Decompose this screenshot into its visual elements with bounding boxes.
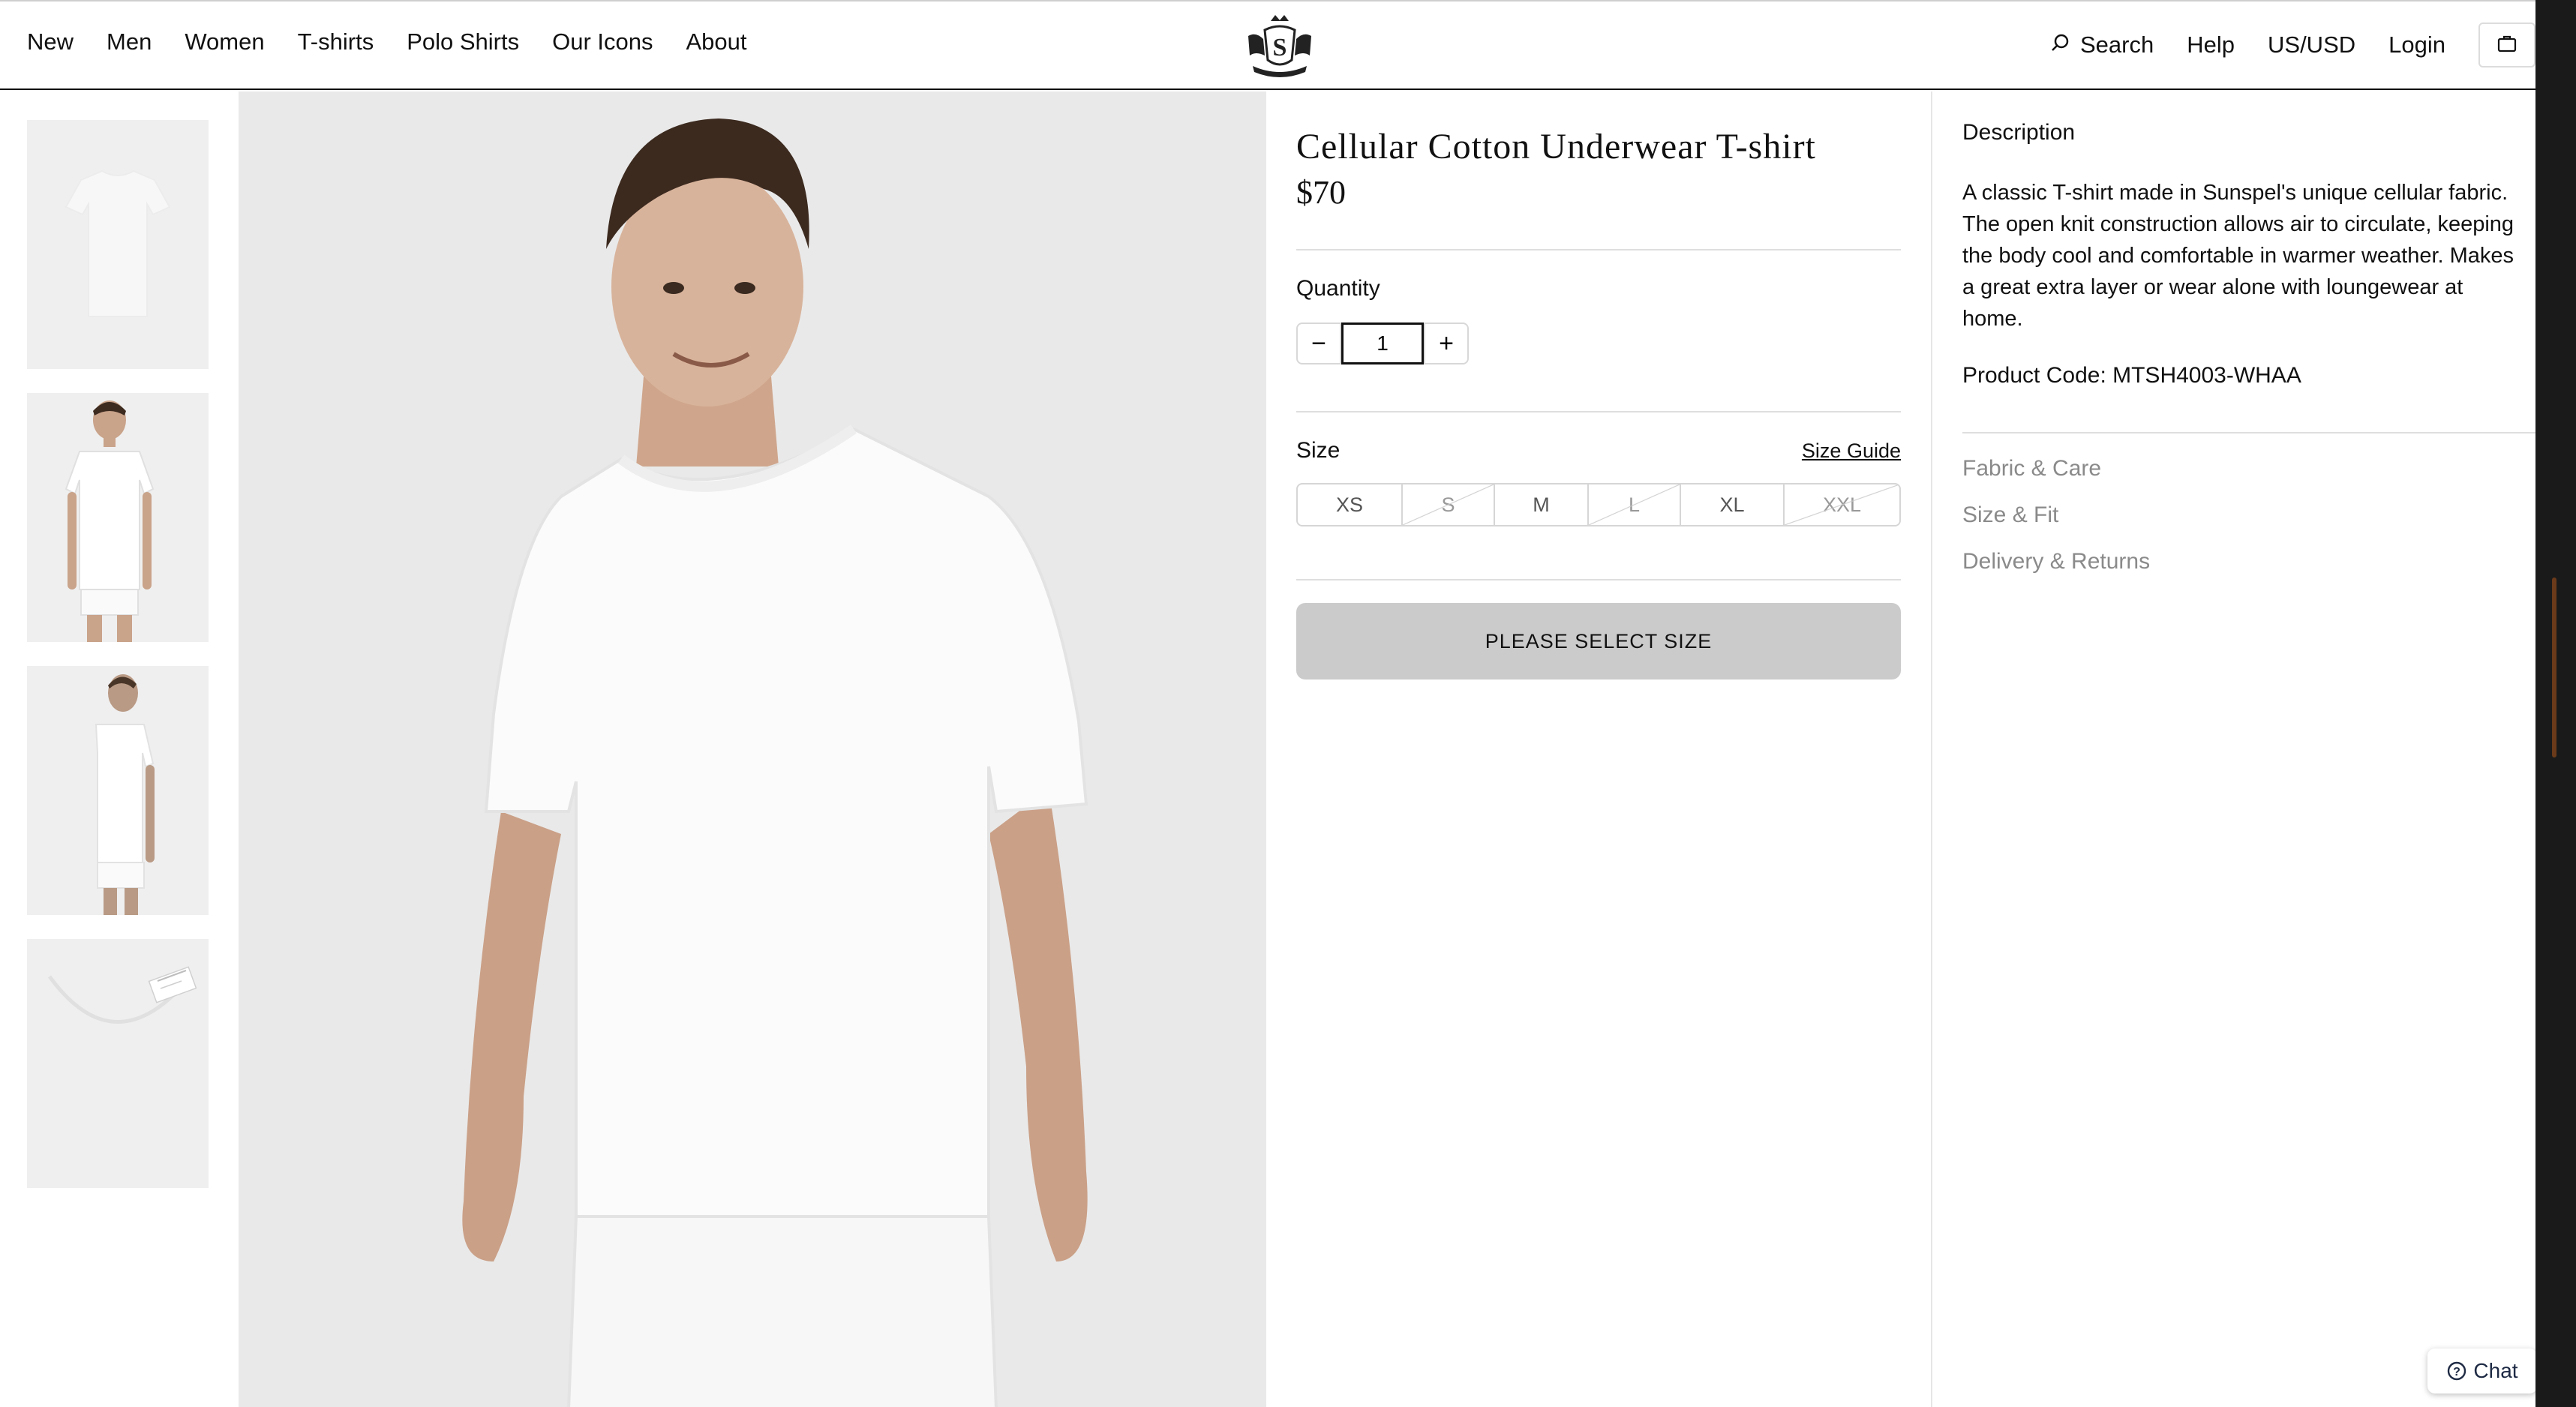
nav-polo-shirts[interactable]: Polo Shirts — [407, 28, 519, 56]
utility-nav: Search Help US/USD Login — [2050, 22, 2535, 68]
size-label: Size — [1296, 438, 1341, 463]
bag-button[interactable] — [2478, 22, 2535, 68]
thumbnail-collar-label[interactable] — [27, 939, 209, 1188]
nav-about[interactable]: About — [686, 28, 747, 56]
size-option-m[interactable]: M — [1495, 484, 1589, 525]
accordion-delivery-returns[interactable]: Delivery & Returns — [1962, 549, 2535, 574]
chat-button[interactable]: ? Chat — [2427, 1348, 2537, 1394]
product-panel: Cellular Cotton Underwear T-shirt $70 Qu… — [1296, 92, 1901, 680]
search-button[interactable]: Search — [2050, 32, 2154, 58]
search-label: Search — [2080, 32, 2154, 58]
nav-women[interactable]: Women — [185, 28, 264, 56]
site-header: New Men Women T-shirts Polo Shirts Our I… — [0, 2, 2535, 90]
divider — [1296, 249, 1901, 250]
description-heading: Description — [1962, 120, 2076, 145]
size-guide-link[interactable]: Size Guide — [1802, 440, 1901, 463]
help-link[interactable]: Help — [2187, 32, 2235, 58]
svg-text:S: S — [1273, 34, 1287, 62]
size-option-xxl[interactable]: XXL — [1785, 484, 1899, 525]
svg-text:?: ? — [2454, 1366, 2461, 1378]
bag-icon — [2497, 34, 2517, 56]
product-title: Cellular Cotton Underwear T-shirt — [1296, 127, 1816, 166]
quantity-stepper: − + — [1296, 322, 1901, 364]
column-divider — [1931, 92, 1932, 1407]
chat-label: Chat — [2473, 1359, 2518, 1382]
thumbnail-gallery — [27, 120, 209, 1212]
size-option-xl[interactable]: XL — [1681, 484, 1785, 525]
divider — [1296, 411, 1901, 412]
size-header: Size Size Guide — [1296, 438, 1901, 464]
login-link[interactable]: Login — [2388, 32, 2445, 58]
divider — [1962, 432, 2535, 434]
nav-t-shirts[interactable]: T-shirts — [298, 28, 374, 56]
thumbnail-model-front[interactable] — [27, 393, 209, 642]
thumbnail-t-shirt-flat[interactable] — [27, 120, 209, 369]
window-edge — [2535, 0, 2576, 1407]
add-to-bag-button[interactable]: PLEASE SELECT SIZE — [1296, 603, 1901, 680]
nav-new[interactable]: New — [27, 28, 74, 56]
product-price: $70 — [1296, 174, 1346, 211]
size-selector: XS S M L XL XXL — [1296, 483, 1901, 526]
description-text: A classic T-shirt made in Sunspel's uniq… — [1962, 181, 2514, 331]
help-circle-icon: ? — [2446, 1360, 2467, 1382]
size-option-xs[interactable]: XS — [1298, 484, 1403, 525]
accordion-fabric-care[interactable]: Fabric & Care — [1962, 456, 2535, 482]
size-option-l[interactable]: L — [1589, 484, 1681, 525]
main-nav: New Men Women T-shirts Polo Shirts Our I… — [27, 28, 780, 56]
search-icon — [2050, 32, 2070, 58]
nav-our-icons[interactable]: Our Icons — [552, 28, 653, 56]
plus-icon: + — [1439, 328, 1454, 358]
quantity-label: Quantity — [1296, 276, 1380, 301]
product-code: Product Code: MTSH4003-WHAA — [1962, 363, 2301, 388]
product-page: New Men Women T-shirts Polo Shirts Our I… — [0, 0, 2537, 1407]
description-panel: Description A classic T-shirt made in Su… — [1962, 92, 2535, 574]
nav-men[interactable]: Men — [107, 28, 152, 56]
quantity-increase-button[interactable]: + — [1424, 322, 1469, 364]
currency-selector[interactable]: US/USD — [2268, 32, 2355, 58]
minus-icon: − — [1311, 328, 1326, 358]
accordion-size-fit[interactable]: Size & Fit — [1962, 502, 2535, 528]
quantity-decrease-button[interactable]: − — [1296, 322, 1341, 364]
thumbnail-model-side[interactable] — [27, 666, 209, 915]
quantity-input[interactable] — [1341, 322, 1424, 364]
main-product-image[interactable] — [239, 92, 1266, 1407]
crest-logo-icon[interactable]: S — [1242, 14, 1317, 78]
divider — [1296, 579, 1901, 580]
size-option-s[interactable]: S — [1403, 484, 1495, 525]
